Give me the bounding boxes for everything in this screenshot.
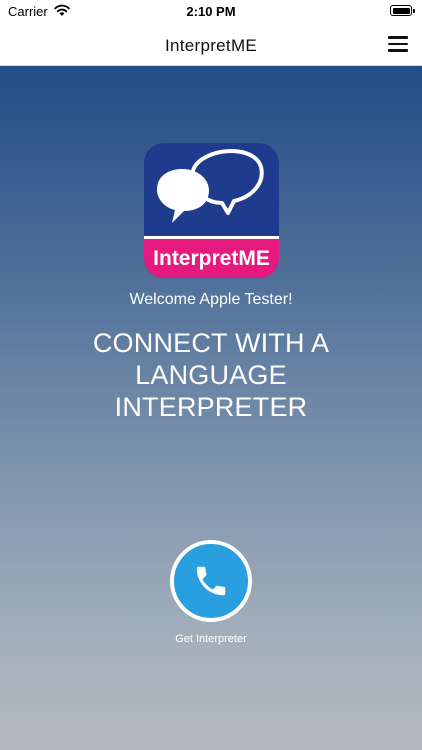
nav-title: InterpretME [164,36,258,55]
status-bar: Carrier 2:10 PM [0,0,422,22]
hamburger-menu-icon[interactable] [388,36,408,52]
menu-bar-line [388,42,408,46]
app-screen: Carrier 2:10 PM InterpretME InterpretME … [0,0,422,750]
navigation-bar: InterpretME [0,22,422,66]
headline: CONNECT WITH A LANGUAGE INTERPRETER [92,328,330,422]
get-interpreter-label[interactable]: Get Interpreter [0,633,422,645]
app-logo: InterpretME [144,143,279,278]
main-content: InterpretME Welcome Apple Tester! CONNEC… [0,66,422,750]
logo-text: InterpretME [153,247,270,270]
welcome-message: Welcome Apple Tester! [129,291,293,308]
status-time: 2:10 PM [186,4,236,19]
phone-icon [196,566,226,596]
battery-icon [390,5,415,16]
menu-bar-line [388,49,408,52]
menu-bar-line [388,36,408,39]
get-interpreter-button[interactable] [170,540,252,622]
